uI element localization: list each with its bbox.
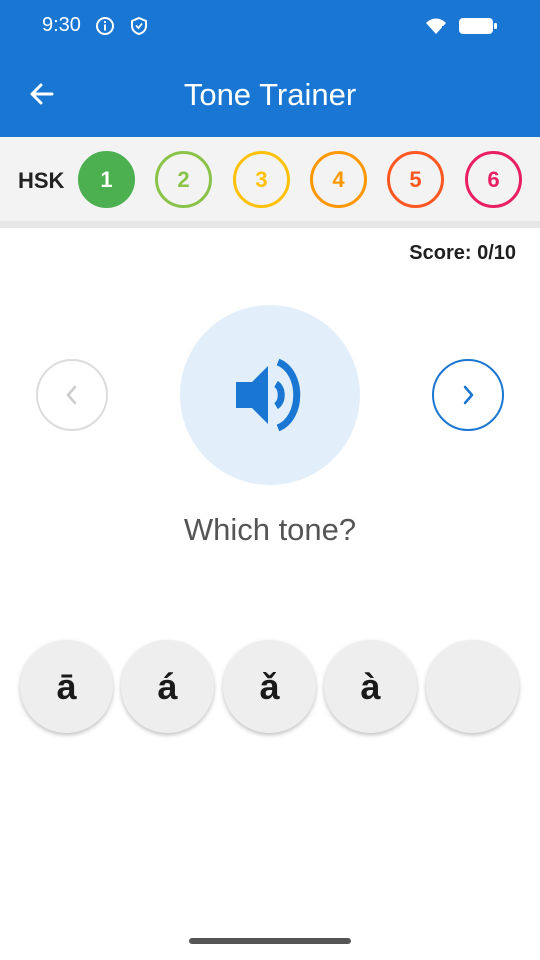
tone-5-button[interactable] — [426, 640, 519, 733]
chevron-right-icon — [463, 385, 474, 405]
status-bar: 9:30 — [0, 0, 540, 52]
play-audio-button[interactable] — [180, 305, 360, 485]
hsk-level-6-button[interactable]: 6 — [465, 151, 522, 208]
hsk-level-5-button[interactable]: 5 — [387, 151, 444, 208]
tone-3-button[interactable]: ǎ — [223, 640, 316, 733]
tone-4-button[interactable]: à — [324, 640, 417, 733]
speaker-icon — [236, 358, 301, 432]
hsk-level-2-button[interactable]: 2 — [155, 151, 212, 208]
tone-1-button[interactable]: ā — [20, 640, 113, 733]
app-bar: 9:30 Tone Trainer — [0, 0, 540, 137]
info-icon — [96, 17, 114, 35]
hsk-label: HSK — [18, 168, 65, 193]
wifi-icon — [426, 18, 446, 34]
score-text: Score: 0/10 — [409, 242, 516, 264]
chevron-left-icon — [66, 385, 77, 405]
question-text: Which tone? — [183, 512, 357, 547]
status-time: 9:30 — [42, 14, 81, 36]
page-title: Tone Trainer — [183, 77, 357, 112]
hsk-level-3-button[interactable]: 3 — [233, 151, 290, 208]
shield-icon — [131, 16, 147, 36]
tone-2-button[interactable]: á — [121, 640, 214, 733]
battery-icon — [459, 18, 497, 34]
previous-button[interactable] — [36, 359, 108, 431]
hsk-level-1-button[interactable]: 1 — [78, 151, 135, 208]
divider — [0, 221, 540, 228]
hsk-level-4-button[interactable]: 4 — [310, 151, 367, 208]
home-indicator[interactable] — [189, 938, 351, 944]
next-button[interactable] — [432, 359, 504, 431]
